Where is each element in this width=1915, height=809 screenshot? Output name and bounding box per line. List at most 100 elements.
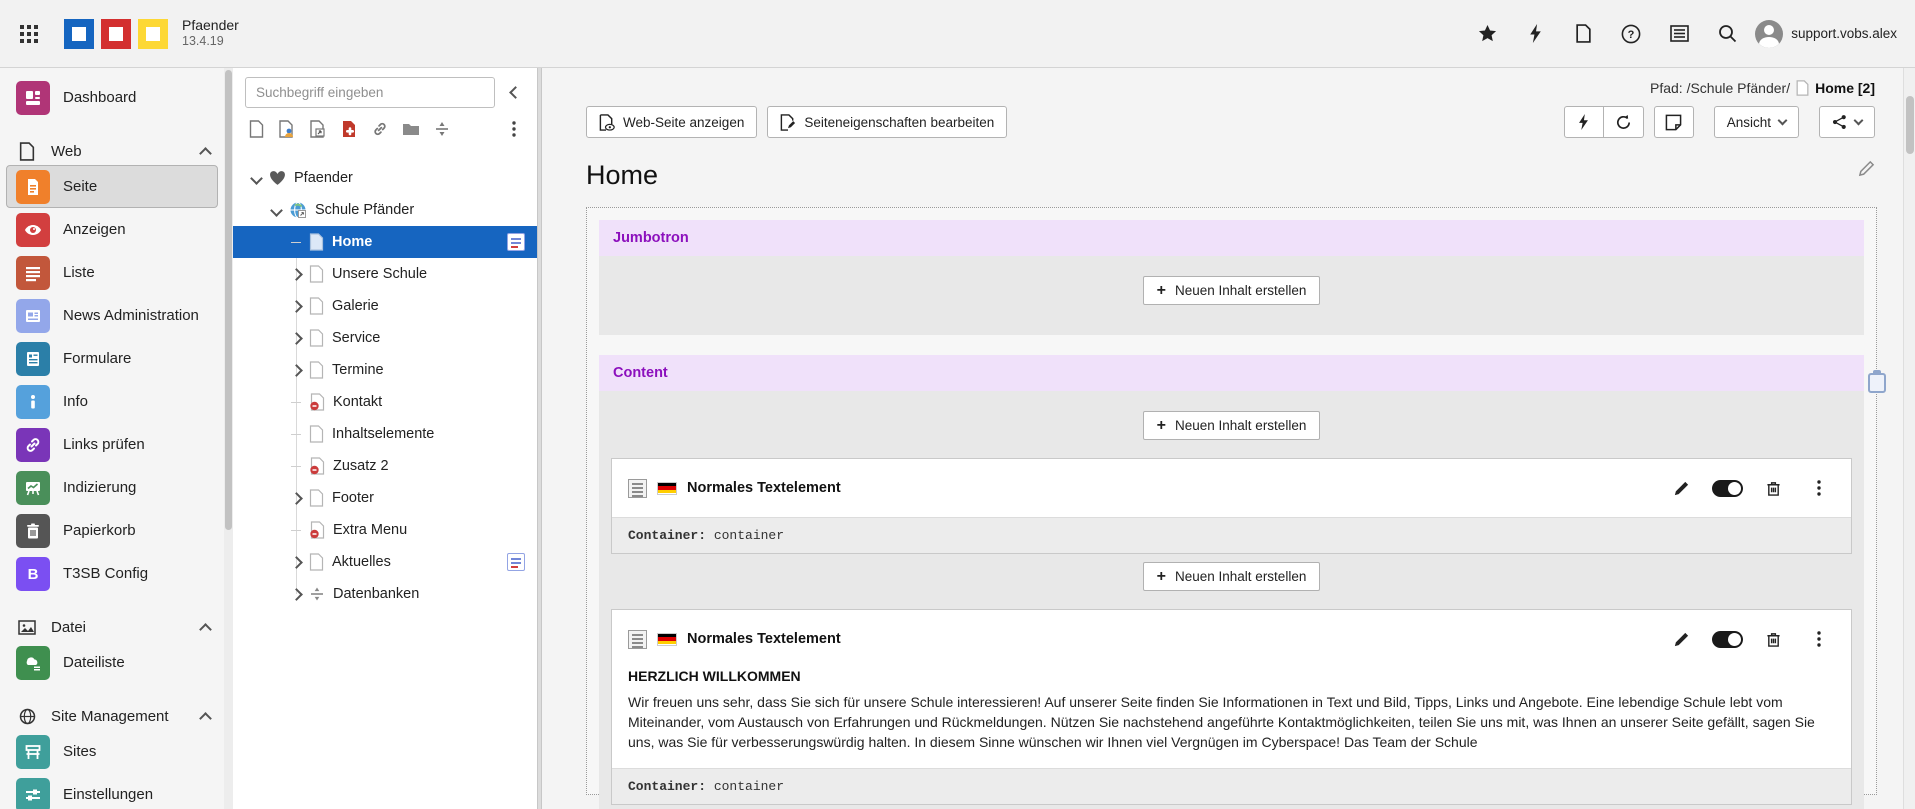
container-key: Container: xyxy=(628,779,706,794)
chevron-right-icon[interactable] xyxy=(290,588,303,601)
doc-header: Pfad: /Schule Pfänder/ Home [2] Web-Seit… xyxy=(542,68,1915,138)
edit-title-pencil-icon[interactable] xyxy=(1858,160,1875,177)
section-content: Content + Neuen Inhalt erstellen Normale… xyxy=(599,355,1864,809)
refresh-button[interactable] xyxy=(1604,106,1644,138)
sidebar-item-seite[interactable]: Seite xyxy=(6,165,218,208)
sidebar-item-t3sb-config[interactable]: B T3SB Config xyxy=(6,552,218,595)
sidebar-item-sites[interactable]: Sites xyxy=(6,730,218,773)
systeminfo-button[interactable] xyxy=(1659,14,1699,54)
brand-text: Pfaender 13.4.19 xyxy=(182,17,239,50)
new-content-button[interactable]: + Neuen Inhalt erstellen xyxy=(1143,276,1321,305)
sidebar-section-datei[interactable]: Datei xyxy=(0,613,224,641)
tree-node-service[interactable]: Service xyxy=(233,322,537,354)
notes-button[interactable] xyxy=(1654,106,1694,138)
user-menu[interactable]: support.vobs.alex xyxy=(1755,20,1897,48)
chevron-right-icon[interactable] xyxy=(290,300,303,313)
shortcut-doc-button[interactable] xyxy=(1563,14,1603,54)
tree-options-kebab[interactable] xyxy=(503,118,525,140)
chevron-right-icon[interactable] xyxy=(290,492,303,505)
tree-node-aktuelles[interactable]: Aktuelles xyxy=(233,546,537,578)
help-button[interactable]: ? xyxy=(1611,14,1651,54)
tree-node-extra-menu[interactable]: Extra Menu xyxy=(233,514,537,546)
sidebar-item-dashboard[interactable]: Dashboard xyxy=(6,76,218,119)
tree-node-root[interactable]: Pfaender xyxy=(233,162,537,194)
clipboard-icon[interactable] xyxy=(1868,373,1886,393)
visibility-toggle[interactable] xyxy=(1711,625,1743,653)
sidebar-item-links-pruefen[interactable]: Links prüfen xyxy=(6,423,218,466)
edit-button[interactable] xyxy=(1665,625,1697,653)
view-webpage-button[interactable]: Web-Seite anzeigen xyxy=(586,106,757,138)
brand-logo[interactable] xyxy=(64,19,168,49)
chevron-right-icon[interactable] xyxy=(290,556,303,569)
edit-button[interactable] xyxy=(1665,474,1697,502)
visibility-toggle[interactable] xyxy=(1711,474,1743,502)
chevron-right-icon[interactable] xyxy=(290,332,303,345)
tree-node-unsere-schule[interactable]: Unsere Schule xyxy=(233,258,537,290)
scrollbar-thumb[interactable] xyxy=(1906,96,1914,154)
sidebar-item-info[interactable]: Info xyxy=(6,380,218,423)
new-link-page-icon[interactable] xyxy=(371,120,389,138)
sidebar-item-dateiliste[interactable]: Dateiliste xyxy=(6,641,218,684)
tree-node-kontakt[interactable]: Kontakt xyxy=(233,386,537,418)
collapse-tree-button[interactable] xyxy=(501,79,529,107)
tree-search-input[interactable] xyxy=(245,77,495,108)
new-hidden-page-icon[interactable] xyxy=(340,120,358,138)
tree-stub xyxy=(291,242,301,243)
site-globe-icon xyxy=(289,201,307,219)
sidebar-item-formulare[interactable]: Formulare xyxy=(6,337,218,380)
delete-button[interactable] xyxy=(1757,625,1789,653)
new-page-icon[interactable] xyxy=(247,120,265,138)
edit-page-properties-button[interactable]: Seiteneigenschaften bearbeiten xyxy=(767,106,1007,138)
delete-button[interactable] xyxy=(1757,474,1789,502)
new-shortcut-page-icon[interactable] xyxy=(309,120,327,138)
tree-node-footer[interactable]: Footer xyxy=(233,482,537,514)
content-badge-icon xyxy=(507,233,525,251)
page-module-icon xyxy=(16,170,50,204)
sidebar-section-web[interactable]: Web xyxy=(0,137,224,165)
new-content-button[interactable]: + Neuen Inhalt erstellen xyxy=(1143,562,1321,591)
new-usersection-page-icon[interactable] xyxy=(278,120,296,138)
sidebar-item-liste[interactable]: Liste xyxy=(6,251,218,294)
sidebar-item-einstellungen[interactable]: Einstellungen xyxy=(6,773,218,809)
username-label: support.vobs.alex xyxy=(1791,26,1897,41)
search-button[interactable] xyxy=(1707,14,1747,54)
web-section-icon xyxy=(16,142,38,161)
share-dropdown[interactable] xyxy=(1819,106,1875,138)
new-content-button[interactable]: + Neuen Inhalt erstellen xyxy=(1143,411,1321,440)
tree-node-siteroot[interactable]: Schule Pfänder xyxy=(233,194,537,226)
module-menu-scrollbar[interactable] xyxy=(224,68,233,809)
pencil-icon xyxy=(1673,631,1690,648)
new-folder-icon[interactable] xyxy=(402,120,420,138)
sidebar-section-site-management[interactable]: Site Management xyxy=(0,702,224,730)
news-module-icon xyxy=(16,299,50,333)
tree-node-home[interactable]: Home xyxy=(233,226,537,258)
sidebar-item-papierkorb[interactable]: Papierkorb xyxy=(6,509,218,552)
sidebar-item-news-administration[interactable]: News Administration xyxy=(6,294,218,337)
tree-node-zusatz-2[interactable]: Zusatz 2 xyxy=(233,450,537,482)
tree-node-galerie[interactable]: Galerie xyxy=(233,290,537,322)
chevron-right-icon[interactable] xyxy=(290,364,303,377)
clear-cache-button[interactable] xyxy=(1515,14,1555,54)
chevron-down-icon[interactable] xyxy=(250,172,263,185)
chevron-down-icon[interactable] xyxy=(270,204,283,217)
bookmark-button[interactable] xyxy=(1467,14,1507,54)
content-scrollbar[interactable] xyxy=(1903,68,1915,809)
more-options-kebab[interactable] xyxy=(1803,625,1835,653)
tree-node-datenbanken[interactable]: Datenbanken xyxy=(233,578,537,610)
content-area: Pfad: /Schule Pfänder/ Home [2] Web-Seit… xyxy=(542,68,1915,809)
sidebar-item-anzeigen[interactable]: Anzeigen xyxy=(6,208,218,251)
scrollbar-thumb[interactable] xyxy=(225,70,232,530)
tree-node-label: Inhaltselemente xyxy=(332,426,434,442)
more-options-kebab[interactable] xyxy=(1803,474,1835,502)
star-icon xyxy=(1478,24,1497,43)
share-icon xyxy=(1832,114,1847,130)
app-grid-icon[interactable] xyxy=(0,0,58,68)
sidebar-item-indizierung[interactable]: Indizierung xyxy=(6,466,218,509)
sidebar-item-label: Liste xyxy=(63,264,95,281)
tree-node-inhaltselemente[interactable]: Inhaltselemente xyxy=(233,418,537,450)
chevron-right-icon[interactable] xyxy=(290,268,303,281)
clear-page-cache-button[interactable] xyxy=(1564,106,1604,138)
view-dropdown[interactable]: Ansicht xyxy=(1714,106,1799,138)
tree-node-termine[interactable]: Termine xyxy=(233,354,537,386)
new-spacer-icon[interactable] xyxy=(433,120,451,138)
